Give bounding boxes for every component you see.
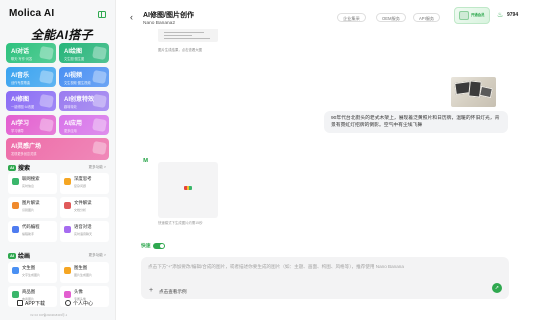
section-search-badge: AI: [8, 164, 16, 171]
uploaded-photo[interactable]: [451, 77, 496, 107]
quick-mode-switch[interactable]: [152, 242, 165, 249]
feature-icon: [12, 226, 19, 233]
tile-ai-music[interactable]: AI音乐 创作专属歌曲: [6, 67, 56, 87]
assistant-avatar-icon: ᴍ: [143, 157, 149, 164]
api-button[interactable]: API服务: [413, 13, 441, 22]
feature-item[interactable]: 文生图 文字生成图片: [8, 262, 57, 283]
section-draw-more-link[interactable]: 更多功能 >: [89, 253, 106, 258]
feature-icon: [64, 178, 71, 185]
section-draw-title: 绘画: [18, 254, 31, 260]
feature-item[interactable]: 语音对话实时语音聊天: [60, 221, 109, 242]
tile-decoration-icon: [92, 93, 107, 109]
tile-ai-inspiration[interactable]: AI灵感广场 发现更多创意灵感: [6, 138, 109, 160]
tile-ai-effects[interactable]: AI创意特效 趣味特效: [59, 91, 109, 111]
back-arrow-icon[interactable]: ‹: [130, 13, 133, 22]
tile-decoration-icon: [92, 45, 107, 61]
tile-decoration-icon: [39, 93, 54, 109]
user-message: 90年代台北街头的老式木架上，展现着泛黄照片和日历牌，温暖的怀旧灯光，背景有霓虹…: [324, 111, 508, 133]
feature-item[interactable]: 图片解读 识别图片: [8, 197, 57, 218]
quick-mode-label: 快速: [141, 244, 151, 249]
sidebar-toggle-icon[interactable]: [98, 11, 106, 18]
feature-sublabel: 编程助手: [22, 231, 35, 236]
view-examples-link[interactable]: 点击查看示例: [159, 289, 187, 295]
feature-label: 图片解读: [22, 200, 40, 205]
feature-sublabel: 识别图片: [22, 207, 35, 212]
loading-indicator: [184, 186, 192, 190]
points-count: 9794: [507, 12, 519, 18]
feature-sublabel: 文档分析: [74, 207, 87, 212]
section-draw-heading: AI 绘画: [8, 251, 30, 260]
points-flame-icon: ♨: [497, 12, 504, 19]
section-draw-badge: AI: [8, 252, 16, 259]
user-center-link[interactable]: 个人中心: [73, 300, 93, 307]
feature-item[interactable]: 代码编程 编程助手: [8, 221, 57, 242]
tile-ai-retouch[interactable]: AI修图 一键修图·AI改图: [6, 91, 56, 111]
previous-result-caption: 图片生成结果，点击查看大图: [158, 48, 203, 52]
tile-ai-draw[interactable]: AI绘图 文生图·图生图: [59, 43, 109, 63]
feature-label: 文件解读: [74, 200, 92, 205]
feature-sublabel: 实时信息: [22, 183, 35, 188]
feature-label: 文生图: [22, 265, 36, 270]
tile-decoration-icon: [92, 140, 107, 156]
feature-label: 语音对话: [74, 224, 92, 229]
feature-icon: [12, 178, 19, 185]
prompt-placeholder[interactable]: 点击下方“+”添加要改/编辑/合成的图片，或者描述你要生成的图片（如：主题、画面…: [148, 264, 404, 270]
feature-label: 深度思考: [74, 176, 92, 181]
section-search-heading: AI 搜索: [8, 163, 30, 172]
tile-decoration-icon: [39, 117, 54, 133]
feature-item[interactable]: 联网搜索 实时信息: [8, 173, 57, 194]
app-download-icon[interactable]: [17, 300, 23, 306]
vip-text: 开通会员: [471, 13, 485, 17]
tile-ai-apps[interactable]: AI应用 更多应用: [59, 115, 109, 135]
version-text: V2.3.0 ICP备2024018403号-1: [30, 313, 68, 317]
feature-label: 联网搜索: [22, 176, 40, 181]
tile-decoration-icon: [39, 45, 54, 61]
loading-dot-green: [189, 186, 192, 190]
tile-ai-study[interactable]: AI学习 学习辅导: [6, 115, 56, 135]
feature-label: 头像: [74, 289, 83, 294]
result-caption: 快速模式下生成图片约需15秒: [158, 221, 203, 225]
feature-label: 代码编程: [22, 224, 40, 229]
feature-icon: [12, 267, 19, 274]
enterprise-button[interactable]: 企业集采: [337, 13, 366, 22]
user-center-icon[interactable]: [65, 300, 71, 306]
feature-icon: [64, 226, 71, 233]
app-download-link[interactable]: APP下载: [25, 300, 45, 307]
model-name[interactable]: Nano Banana2: [143, 21, 175, 26]
vip-icon: [459, 11, 469, 20]
tile-decoration-icon: [92, 69, 107, 85]
tile-ai-chat[interactable]: AI对话 聊天·写作·问答: [6, 43, 56, 63]
feature-sublabel: 文字生成图片: [22, 272, 41, 277]
generation-result-card[interactable]: [158, 162, 218, 218]
feature-sublabel: 实时语音聊天: [74, 231, 93, 236]
tile-ai-video[interactable]: AI视频 文生视频·图生视频: [59, 67, 109, 87]
feature-sublabel: 图片生成图片: [74, 272, 93, 277]
send-button[interactable]: ➚: [492, 283, 502, 293]
vip-banner[interactable]: 开通会员: [454, 7, 490, 24]
previous-result-image[interactable]: [158, 29, 218, 42]
feature-sublabel: 复杂问题: [74, 183, 87, 188]
tile-decoration-icon: [39, 69, 54, 85]
feature-item[interactable]: 文件解读 文档分析: [60, 197, 109, 218]
section-search-more-link[interactable]: 更多功能 >: [89, 165, 106, 170]
feature-icon: [64, 202, 71, 209]
oem-button[interactable]: OEM服务: [376, 13, 406, 22]
sidebar: Molica AI 全能AI搭子 AI对话 聊天·写作·问答 AI绘图 文生图·图生图…: [0, 0, 116, 320]
page-title: AI修图/图片创作: [143, 12, 194, 19]
feature-label: 图生图: [74, 265, 88, 270]
feature-icon: [12, 202, 19, 209]
feature-item[interactable]: 图生图 图片生成图片: [60, 262, 109, 283]
tile-decoration-icon: [92, 117, 107, 133]
quick-mode-toggle[interactable]: 快速: [141, 242, 165, 249]
section-search-title: 搜索: [18, 166, 31, 172]
add-image-icon[interactable]: +: [149, 287, 153, 294]
prompt-input-box[interactable]: 点击下方“+”添加要改/编辑/合成的图片，或者描述你要生成的图片（如：主题、画面…: [141, 257, 509, 299]
feature-item[interactable]: 深度思考 复杂问题: [60, 173, 109, 194]
feature-label: 商品图: [22, 289, 36, 294]
slogan: 全能AI搭子: [31, 28, 93, 42]
feature-icon: [64, 267, 71, 274]
brand-logo: Molica AI: [9, 8, 55, 19]
